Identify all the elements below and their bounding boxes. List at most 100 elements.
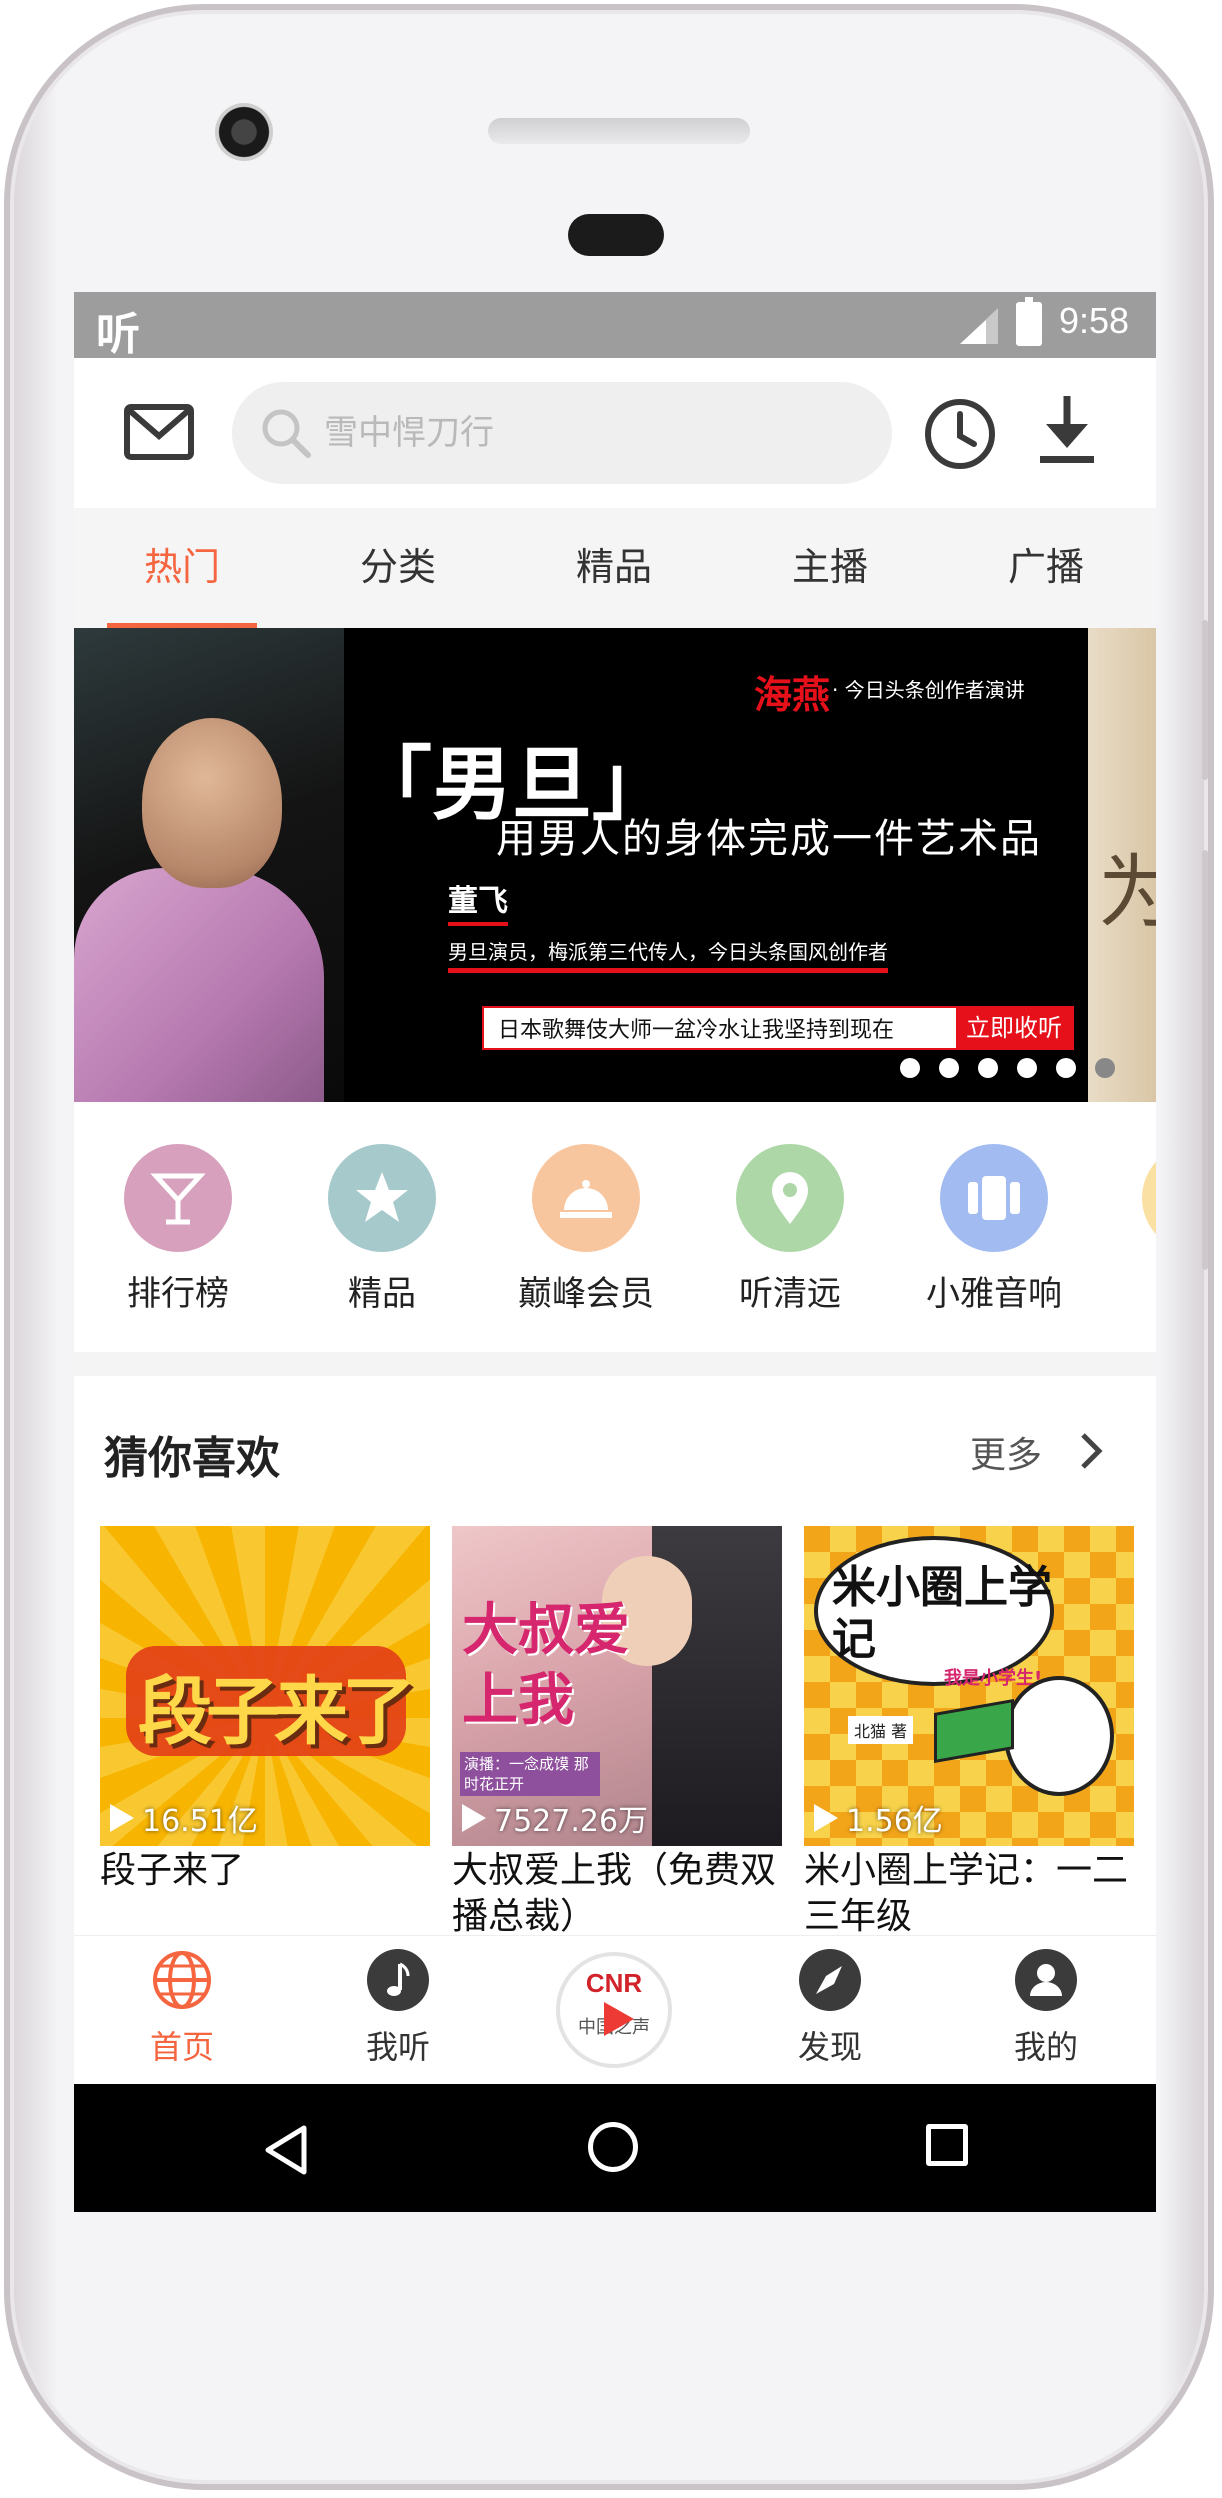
cover-character-face (1004, 1676, 1114, 1796)
nav-discover[interactable]: 发现 (750, 1948, 910, 2068)
play-icon (604, 2002, 634, 2036)
cloche-glyph (560, 1180, 612, 1218)
album-title: 段子来了 (100, 1850, 245, 1891)
cover-title: 大叔爱上我 (462, 1598, 630, 1733)
play-count-value: 16.51亿 (142, 1804, 258, 1839)
status-bar: 听 9:58 (74, 292, 1156, 360)
search-bar[interactable] (232, 382, 892, 484)
chevron-right-icon[interactable] (1079, 1431, 1103, 1471)
carousel-dot[interactable] (1017, 1058, 1037, 1078)
location-pin-icon (736, 1144, 844, 1252)
app-notification-icon: 听 (96, 309, 140, 360)
download-icon[interactable] (1034, 392, 1100, 468)
banner-photo-robe (74, 868, 324, 1102)
banner-brand: 海燕 (754, 672, 831, 717)
tab-anchor[interactable]: 主播 (722, 508, 938, 628)
carousel-dot[interactable] (978, 1058, 998, 1078)
category-tabs: 热门 分类 精品 主播 广播 (74, 508, 1156, 628)
system-navigation-bar (74, 2084, 1156, 2212)
play-count-value: 7527.26万 (494, 1804, 649, 1839)
signal-icon (960, 308, 998, 344)
carousel-dot[interactable] (900, 1058, 920, 1078)
cnr-logo: CNR (585, 1968, 643, 1998)
play-icon (462, 1804, 486, 1832)
recent-apps-icon[interactable] (926, 2124, 968, 2166)
tab-category[interactable]: 分类 (290, 508, 506, 628)
next-banner-peek[interactable]: 为 (1088, 628, 1156, 1102)
power-button (1202, 620, 1208, 780)
play-icon (110, 1804, 134, 1832)
cover-title: 米小圈上学记 (832, 1562, 1052, 1665)
banner-photo (74, 628, 344, 1102)
guess-you-like-section: 猜你喜欢 更多 段子来了 16.51亿 段子来了 大叔爱上我 演播：一念成馍 那… (74, 1376, 1156, 1937)
banner-cta[interactable]: 日本歌舞伎大师一盆冷水让我坚持到现在 立即收听 (482, 1006, 1074, 1050)
album-title: 大叔爱上我（免费双播总裁） (452, 1850, 777, 1937)
bottom-navigation: 首页 我听 CNR 中国之声 发现 我的 (74, 1936, 1156, 2084)
quick-entry-label: 精品 (348, 1274, 416, 1314)
quick-entry-qingyuan[interactable]: 听清远 (690, 1144, 890, 1315)
music-note-icon (367, 1949, 429, 2011)
cocktail-glyph (150, 1173, 206, 1225)
quick-entry-vip[interactable]: 巅峰会员 (486, 1144, 686, 1315)
nav-listening[interactable]: 我听 (318, 1948, 478, 2068)
mail-icon[interactable] (124, 404, 194, 460)
search-input[interactable] (324, 413, 844, 453)
quick-entry-premium[interactable]: 精品 (282, 1144, 482, 1315)
quick-entry-label: 小雅音响 (926, 1274, 1062, 1314)
nav-label: 我的 (1013, 2028, 1078, 2066)
album-cover[interactable]: 大叔爱上我 演播：一念成馍 那时花正开 7527.26万 (452, 1526, 782, 1846)
quick-entry-label: 听清远 (739, 1274, 841, 1314)
screen: 听 9:58 雪中悍刀行 热门 分类 精品 主播 广播 海燕 · 今日头条创作者… (74, 292, 1156, 2212)
album-cover[interactable]: 段子来了 16.51亿 (100, 1526, 430, 1846)
banner-intro: 男旦演员，梅派第三代传人，今日头条国风创作者 (448, 936, 888, 973)
cover-badge: 演播：一念成馍 那时花正开 (460, 1752, 600, 1796)
album-card[interactable]: 段子来了 16.51亿 段子来了 (100, 1526, 430, 1894)
play-count: 16.51亿 (110, 1796, 258, 1840)
volume-rocker (1202, 850, 1208, 1270)
nav-label: 首页 (149, 2028, 214, 2066)
tab-hot[interactable]: 热门 (74, 508, 290, 628)
tab-radio[interactable]: 广播 (938, 508, 1154, 628)
promo-banner[interactable]: 海燕 · 今日头条创作者演讲 「男旦」 用男人的身体完成一件艺术品 董飞 男旦演… (74, 628, 1156, 1102)
nav-profile[interactable]: 我的 (966, 1948, 1126, 2068)
globe-icon (153, 1951, 211, 2009)
home-icon[interactable] (588, 2122, 638, 2172)
star-glyph (356, 1172, 408, 1222)
carousel-dot[interactable] (939, 1058, 959, 1078)
listen-now-button[interactable]: 立即收听 (956, 1008, 1072, 1048)
carousel-dots (900, 1058, 1115, 1078)
top-bar (74, 358, 1156, 508)
album-card[interactable]: 大叔爱上我 演播：一念成馍 那时花正开 7527.26万 大叔爱上我（免费双播总… (452, 1526, 782, 1940)
compass-icon (799, 1949, 861, 2011)
album-title: 米小圈上学记：一二三年级 (804, 1850, 1129, 1937)
album-card[interactable]: 米小圈上学记 我是小学生! 北猫 著 1.56亿 米小圈上学记：一二三年级 (804, 1526, 1134, 1940)
play-count: 1.56亿 (814, 1796, 943, 1840)
tab-premium[interactable]: 精品 (506, 508, 722, 628)
clock: 9:58 (1059, 300, 1130, 341)
earpiece-speaker (488, 118, 750, 144)
nav-home[interactable]: 首页 (102, 1948, 262, 2068)
search-icon (262, 409, 311, 458)
back-icon[interactable] (262, 2124, 310, 2176)
play-count: 7527.26万 (462, 1796, 648, 1840)
carousel-dot[interactable] (1056, 1058, 1076, 1078)
cnr-radio-button[interactable]: CNR 中国之声 (556, 1952, 672, 2068)
quick-entry-ranking[interactable]: 排行榜 (78, 1144, 278, 1315)
quick-entry-label: 巅峰会员 (518, 1274, 654, 1314)
proximity-sensor (568, 214, 664, 256)
phone-frame: 听 9:58 雪中悍刀行 热门 分类 精品 主播 广播 海燕 · 今日头条创作者… (4, 4, 1214, 2490)
quick-entry-peek-icon[interactable] (1142, 1144, 1156, 1252)
next-banner-glyph: 为 (1098, 846, 1156, 939)
quick-entry-xiaoya[interactable]: 小雅音响 (894, 1144, 1094, 1315)
section-title: 猜你喜欢 (104, 1433, 280, 1484)
album-cover[interactable]: 米小圈上学记 我是小学生! 北猫 著 1.56亿 (804, 1526, 1134, 1846)
speaker-glyph (968, 1176, 1020, 1220)
more-link[interactable]: 更多 (970, 1426, 1042, 1478)
carousel-dot[interactable] (1095, 1058, 1115, 1078)
cover-title: 段子来了 (138, 1669, 416, 1755)
nav-label: 我听 (365, 2028, 430, 2066)
front-camera (215, 103, 273, 161)
cover-author: 北猫 著 (848, 1716, 914, 1744)
quick-entry-label: 排行榜 (127, 1274, 229, 1314)
history-clock-icon[interactable] (922, 396, 998, 472)
